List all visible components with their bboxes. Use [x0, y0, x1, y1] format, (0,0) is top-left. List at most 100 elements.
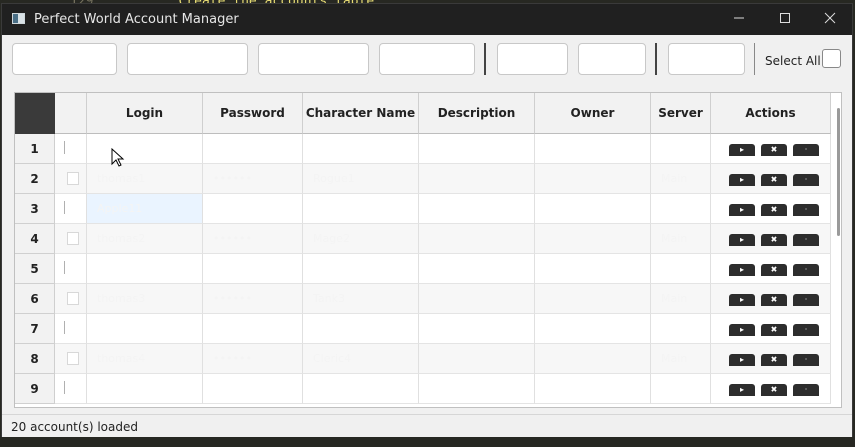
- launch-button[interactable]: ▸: [729, 144, 755, 156]
- column-header-password[interactable]: Password: [203, 93, 303, 134]
- cell-owner[interactable]: [535, 344, 651, 374]
- maximize-button[interactable]: [762, 4, 808, 35]
- launch-button[interactable]: ▸: [729, 234, 755, 246]
- table-row[interactable]: 3 Apple11 ▸ ✖ ·: [15, 194, 831, 224]
- cell-server[interactable]: [651, 254, 711, 284]
- more-button[interactable]: ·: [793, 324, 819, 336]
- close-button[interactable]: [807, 4, 853, 35]
- more-button[interactable]: ·: [793, 174, 819, 186]
- vertical-scrollbar[interactable]: [837, 108, 840, 236]
- delete-button[interactable]: ✖: [761, 204, 787, 216]
- cell-login[interactable]: Apple11: [87, 194, 203, 224]
- cell-description[interactable]: [419, 344, 535, 374]
- delete-button[interactable]: ✖: [761, 144, 787, 156]
- delete-button[interactable]: ✖: [761, 294, 787, 306]
- launch-button[interactable]: ▸: [729, 384, 755, 396]
- cell-description[interactable]: [419, 374, 535, 404]
- column-header-server[interactable]: Server: [651, 93, 711, 134]
- cell-password[interactable]: ••••••: [203, 344, 303, 374]
- launch-button[interactable]: ▸: [729, 324, 755, 336]
- filter-description-input[interactable]: [379, 43, 475, 75]
- cell-description[interactable]: [419, 224, 535, 254]
- more-button[interactable]: ·: [793, 234, 819, 246]
- column-header-owner[interactable]: Owner: [535, 93, 651, 134]
- column-header-login[interactable]: Login: [87, 93, 203, 134]
- filter-login-input[interactable]: [12, 43, 117, 75]
- cell-character[interactable]: Tank3: [303, 284, 419, 314]
- launch-button[interactable]: ▸: [729, 264, 755, 276]
- column-header-description[interactable]: Description: [419, 93, 535, 134]
- cell-description[interactable]: [419, 314, 535, 344]
- more-button[interactable]: ·: [793, 384, 819, 396]
- launch-button[interactable]: ▸: [729, 174, 755, 186]
- cell-character[interactable]: [303, 374, 419, 404]
- row-checkbox[interactable]: [64, 321, 65, 334]
- table-row[interactable]: 4 thomas2 •••••• Mage2 Main ▸ ✖ ·: [15, 224, 831, 254]
- row-checkbox[interactable]: [64, 261, 65, 274]
- cell-password[interactable]: [203, 314, 303, 344]
- column-header-actions[interactable]: Actions: [711, 93, 831, 134]
- minimize-button[interactable]: [716, 4, 762, 35]
- cell-login[interactable]: [87, 374, 203, 404]
- cell-password[interactable]: ••••••: [203, 284, 303, 314]
- launch-button[interactable]: ▸: [729, 204, 755, 216]
- cell-character[interactable]: Mage2: [303, 224, 419, 254]
- cell-login[interactable]: thomas2: [87, 224, 203, 254]
- more-button[interactable]: ·: [793, 294, 819, 306]
- cell-login[interactable]: thomas1: [87, 164, 203, 194]
- cell-character[interactable]: Cleric4: [303, 344, 419, 374]
- more-button[interactable]: ·: [793, 354, 819, 366]
- cell-owner[interactable]: [535, 314, 651, 344]
- cell-character[interactable]: [303, 254, 419, 284]
- row-checkbox[interactable]: [67, 232, 79, 245]
- table-row[interactable]: 6 thomas3 •••••• Tank3 Main ▸ ✖ ·: [15, 284, 831, 314]
- row-checkbox[interactable]: [64, 201, 65, 214]
- cell-description[interactable]: [419, 254, 535, 284]
- cell-owner[interactable]: [535, 254, 651, 284]
- cell-password[interactable]: ••••••: [203, 224, 303, 254]
- cell-login[interactable]: [87, 134, 203, 164]
- filter-owner-input[interactable]: [497, 43, 568, 75]
- cell-server[interactable]: Main: [651, 224, 711, 254]
- delete-button[interactable]: ✖: [761, 174, 787, 186]
- cell-login[interactable]: thomas3: [87, 284, 203, 314]
- cell-server[interactable]: Main: [651, 344, 711, 374]
- cell-description[interactable]: [419, 134, 535, 164]
- cell-owner[interactable]: [535, 164, 651, 194]
- cell-character[interactable]: [303, 194, 419, 224]
- table-row[interactable]: 8 thomas4 •••••• Cleric4 Main ▸ ✖ ·: [15, 344, 831, 374]
- cell-password[interactable]: [203, 194, 303, 224]
- row-checkbox[interactable]: [64, 381, 65, 394]
- cell-character[interactable]: [303, 314, 419, 344]
- row-checkbox[interactable]: [67, 352, 79, 365]
- cell-password[interactable]: [203, 254, 303, 284]
- cell-owner[interactable]: [535, 284, 651, 314]
- delete-button[interactable]: ✖: [761, 324, 787, 336]
- launch-button[interactable]: ▸: [729, 354, 755, 366]
- row-checkbox[interactable]: [67, 292, 79, 305]
- delete-button[interactable]: ✖: [761, 354, 787, 366]
- row-checkbox[interactable]: [64, 141, 65, 154]
- row-checkbox[interactable]: [67, 172, 79, 185]
- filter-extra-input[interactable]: [668, 43, 745, 75]
- cell-owner[interactable]: [535, 134, 651, 164]
- cell-login[interactable]: thomas4: [87, 344, 203, 374]
- cell-password[interactable]: ••••••: [203, 164, 303, 194]
- filter-server-input[interactable]: [578, 43, 646, 75]
- cell-server[interactable]: [651, 374, 711, 404]
- delete-button[interactable]: ✖: [761, 264, 787, 276]
- table-row[interactable]: 1 ▸ ✖ ·: [15, 134, 831, 164]
- column-header-character[interactable]: Character Name: [303, 93, 419, 134]
- cell-login[interactable]: [87, 314, 203, 344]
- cell-password[interactable]: [203, 134, 303, 164]
- cell-character[interactable]: Rogue1: [303, 164, 419, 194]
- cell-server[interactable]: [651, 134, 711, 164]
- cell-server[interactable]: Main: [651, 164, 711, 194]
- filter-password-input[interactable]: [127, 43, 248, 75]
- cell-server[interactable]: [651, 194, 711, 224]
- launch-button[interactable]: ▸: [729, 294, 755, 306]
- more-button[interactable]: ·: [793, 144, 819, 156]
- cell-server[interactable]: [651, 314, 711, 344]
- filter-character-input[interactable]: [258, 43, 369, 75]
- cell-description[interactable]: [419, 194, 535, 224]
